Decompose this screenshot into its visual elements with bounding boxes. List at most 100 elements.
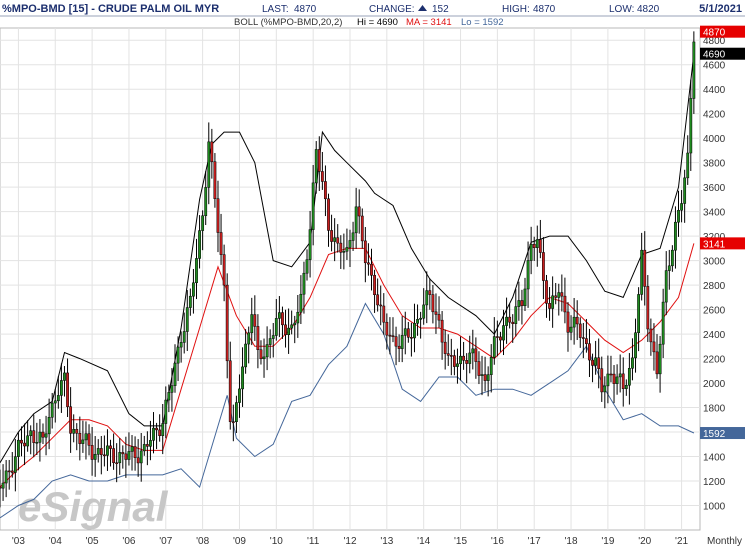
candle-body-down xyxy=(253,314,257,327)
candle-body-down xyxy=(465,360,469,364)
y-tick-label: 2000 xyxy=(703,379,726,390)
candle-body-up xyxy=(302,272,306,295)
candle-body-up xyxy=(241,366,244,390)
candle-body-up xyxy=(299,293,303,313)
candle-body-down xyxy=(41,431,45,438)
study-lo: Lo = 1592 xyxy=(461,17,504,28)
last-label: LAST: xyxy=(262,4,289,15)
candle-body-down xyxy=(406,328,410,338)
candle-body-down xyxy=(440,319,444,343)
change-value: 152 xyxy=(432,4,449,15)
candle-body-up xyxy=(38,431,42,443)
candle-body-down xyxy=(281,312,284,326)
candle-body-down xyxy=(554,295,558,298)
candle-body-up xyxy=(400,335,404,349)
candle-body-up xyxy=(425,290,429,306)
candle-body-up xyxy=(606,373,610,387)
candle-body-down xyxy=(449,355,453,357)
candle-body-up xyxy=(311,182,315,230)
candle-body-up xyxy=(26,435,30,447)
candle-body-down xyxy=(112,448,115,463)
candle-body-up xyxy=(492,336,496,358)
change-up-arrow-icon xyxy=(418,5,427,11)
candle-body-up xyxy=(290,324,294,329)
candle-body-down xyxy=(385,321,389,336)
price-marker-label: 4690 xyxy=(703,50,726,61)
candle-body-down xyxy=(621,373,625,389)
candle-body-down xyxy=(575,316,579,325)
x-tick-label: '12 xyxy=(343,536,356,547)
y-tick-label: 2400 xyxy=(703,330,726,341)
y-tick-label: 1200 xyxy=(703,477,726,488)
candle-body-down xyxy=(548,303,551,309)
candle-body-down xyxy=(581,337,585,339)
candle-body-down xyxy=(649,328,653,343)
candle-body-up xyxy=(44,433,48,438)
candle-body-down xyxy=(216,198,220,233)
candle-body-down xyxy=(588,343,591,361)
candle-body-up xyxy=(637,294,640,333)
candle-body-down xyxy=(228,360,232,422)
candle-body-down xyxy=(259,349,263,360)
candle-body-up xyxy=(603,385,607,393)
candle-body-up xyxy=(305,259,309,274)
candle-body-down xyxy=(78,433,82,444)
candle-body-down xyxy=(474,348,478,362)
candle-body-down xyxy=(256,326,260,351)
x-tick-label: '09 xyxy=(233,536,246,547)
candle-body-down xyxy=(124,453,128,460)
candle-body-down xyxy=(520,300,524,307)
candle-body-up xyxy=(106,445,109,456)
x-tick-label: '07 xyxy=(159,536,172,547)
candle-body-up xyxy=(296,311,300,324)
candle-body-up xyxy=(47,416,51,435)
candle-body-up xyxy=(529,243,533,261)
candle-body-up xyxy=(198,230,201,259)
candle-body-down xyxy=(155,427,158,431)
candle-body-down xyxy=(20,439,23,444)
candle-body-down xyxy=(560,292,564,297)
x-tick-label: '08 xyxy=(196,536,209,547)
candle-body-up xyxy=(403,328,407,336)
candle-body-up xyxy=(677,209,680,223)
candle-body-down xyxy=(542,252,545,281)
candle-body-up xyxy=(456,363,459,367)
candle-body-down xyxy=(158,429,162,436)
candle-body-down xyxy=(388,334,392,337)
candle-body-up xyxy=(569,326,573,333)
candle-body-down xyxy=(379,304,383,307)
candle-body-down xyxy=(499,336,502,341)
candle-body-down xyxy=(434,311,438,315)
y-tick-label: 3400 xyxy=(703,208,726,219)
candle-body-down xyxy=(382,305,386,323)
candle-body-down xyxy=(394,336,398,347)
candle-body-down xyxy=(646,286,650,330)
candle-body-down xyxy=(643,249,647,287)
candle-body-up xyxy=(471,348,475,354)
y-axis: 1000120014001600180020002200240026002800… xyxy=(703,36,726,512)
candle-body-up xyxy=(308,229,312,260)
candle-body-down xyxy=(324,181,327,200)
candle-body-up xyxy=(419,317,423,320)
candle-body-up xyxy=(683,177,687,204)
candle-body-up xyxy=(238,388,241,403)
candle-body-up xyxy=(60,380,63,396)
candle-body-down xyxy=(7,470,11,473)
change-label: CHANGE: xyxy=(369,4,415,15)
candle-body-down xyxy=(357,206,361,217)
candle-body-up xyxy=(164,399,168,424)
candle-body-up xyxy=(468,352,472,364)
candle-body-down xyxy=(566,311,570,333)
x-tick-label: '16 xyxy=(491,536,504,547)
candle-body-up xyxy=(29,430,33,437)
study-legend: BOLL (%MPO-BMD,20,2) Hi = 4690 MA = 3141… xyxy=(234,17,504,28)
candle-body-down xyxy=(336,237,340,244)
x-tick-label: '03 xyxy=(12,536,25,547)
candle-body-down xyxy=(563,295,567,313)
candle-body-up xyxy=(17,439,20,457)
candle-body-up xyxy=(182,331,186,343)
candle-body-up xyxy=(287,327,290,336)
candle-body-up xyxy=(247,332,251,345)
candle-body-down xyxy=(428,290,432,295)
candle-body-down xyxy=(109,445,112,449)
